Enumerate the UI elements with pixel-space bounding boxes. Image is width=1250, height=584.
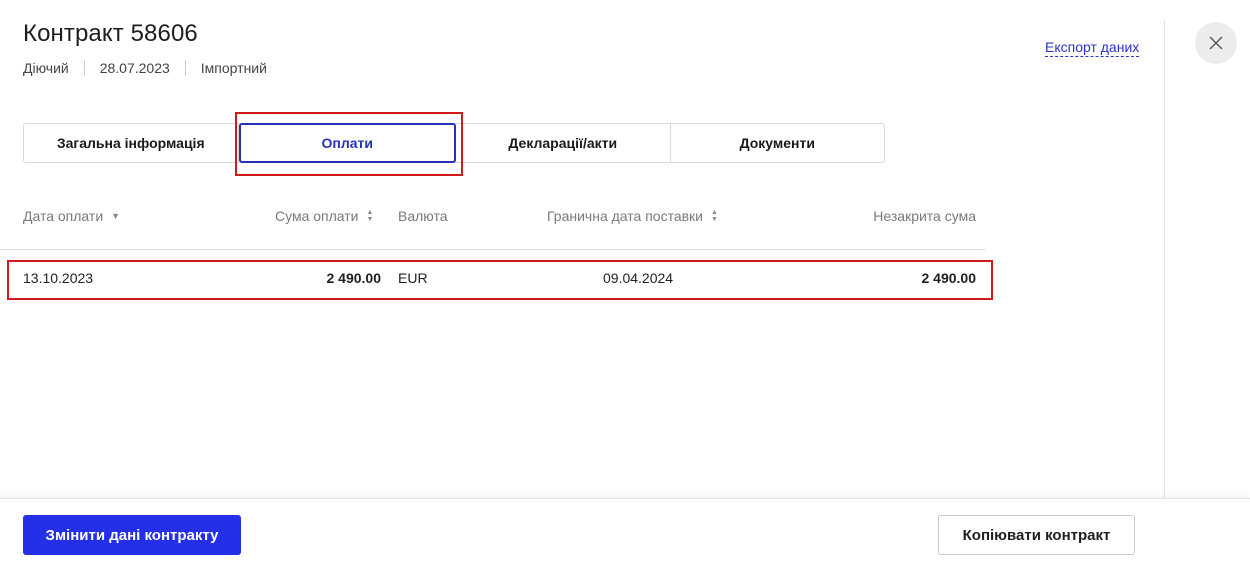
- column-header-payment-date[interactable]: Дата оплати ▼: [23, 208, 120, 224]
- column-header-delivery-deadline[interactable]: Гранична дата поставки ▲ ▼: [547, 208, 718, 224]
- close-button[interactable]: [1195, 22, 1237, 64]
- sort-icon[interactable]: ▲ ▼: [711, 209, 718, 223]
- column-label: Сума оплати: [275, 208, 359, 224]
- contract-meta: Діючий 28.07.2023 Імпортний: [23, 60, 267, 76]
- divider: [83, 60, 85, 76]
- sort-down-icon[interactable]: ▼: [111, 211, 120, 221]
- column-label: Валюта: [398, 208, 448, 224]
- cell-amount: 2 490.00: [326, 270, 382, 286]
- close-icon: [1209, 36, 1223, 50]
- contract-panel: Контракт 58606 Діючий 28.07.2023 Імпортн…: [0, 0, 1164, 498]
- status-badge: Діючий: [23, 60, 69, 76]
- contract-type: Імпортний: [200, 60, 267, 76]
- column-header-open-amount: Незакрита сума: [873, 208, 976, 224]
- divider: [184, 60, 186, 76]
- tab-declarations[interactable]: Декларації/акти: [456, 124, 671, 162]
- copy-contract-button[interactable]: Копіювати контракт: [938, 515, 1135, 555]
- column-label: Незакрита сума: [873, 208, 976, 224]
- sort-icon[interactable]: ▲ ▼: [367, 209, 374, 223]
- cell-delivery-deadline: 09.04.2024: [603, 270, 674, 286]
- footer-bar: Змінити дані контракту Копіювати контрак…: [0, 498, 1250, 584]
- page-title: Контракт 58606: [23, 20, 198, 47]
- cell-payment-date: 13.10.2023: [23, 270, 94, 286]
- tab-payments[interactable]: Оплати: [238, 123, 456, 163]
- edit-contract-button[interactable]: Змінити дані контракту: [23, 515, 241, 555]
- contract-date: 28.07.2023: [99, 60, 170, 76]
- column-header-currency: Валюта: [398, 208, 448, 224]
- divider: [1164, 20, 1165, 498]
- tab-general-info[interactable]: Загальна інформація: [24, 124, 239, 162]
- tab-documents[interactable]: Документи: [671, 124, 885, 162]
- column-label: Гранична дата поставки: [547, 208, 703, 224]
- tab-bar: Загальна інформація Оплати Декларації/ак…: [23, 123, 885, 163]
- column-label: Дата оплати: [23, 208, 104, 224]
- export-link[interactable]: Експорт даних: [1045, 39, 1140, 57]
- cell-currency: EUR: [398, 270, 428, 286]
- table-row[interactable]: 13.10.2023 2 490.00 EUR 09.04.2024 2 490…: [0, 262, 986, 296]
- cell-open-amount: 2 490.00: [921, 270, 977, 286]
- column-header-amount[interactable]: Сума оплати ▲ ▼: [275, 208, 374, 224]
- table-header: Дата оплати ▼ Сума оплати ▲ ▼ Валюта Гран…: [0, 200, 986, 250]
